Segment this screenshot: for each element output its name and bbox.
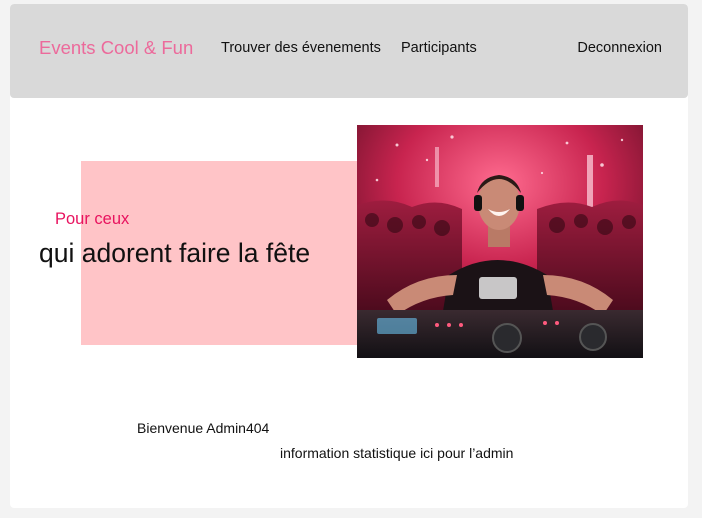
page: Events Cool & Fun Trouver des évenements… (10, 4, 688, 508)
nav-link-participants[interactable]: Participants (401, 40, 477, 56)
admin-stats-placeholder: information statistique ici pour l’admin (280, 445, 514, 461)
hero-dj-photo (357, 125, 643, 358)
hero-kicker: Pour ceux (55, 210, 130, 228)
brand-link[interactable]: Events Cool & Fun (39, 37, 193, 59)
nav-link-find-events[interactable]: Trouver des évenements (221, 40, 381, 56)
welcome-message: Bienvenue Admin404 (137, 420, 270, 436)
navbar: Events Cool & Fun Trouver des évenements… (10, 4, 688, 98)
hero-title: qui adorent faire la fête (39, 238, 311, 268)
logout-link[interactable]: Deconnexion (577, 40, 662, 56)
